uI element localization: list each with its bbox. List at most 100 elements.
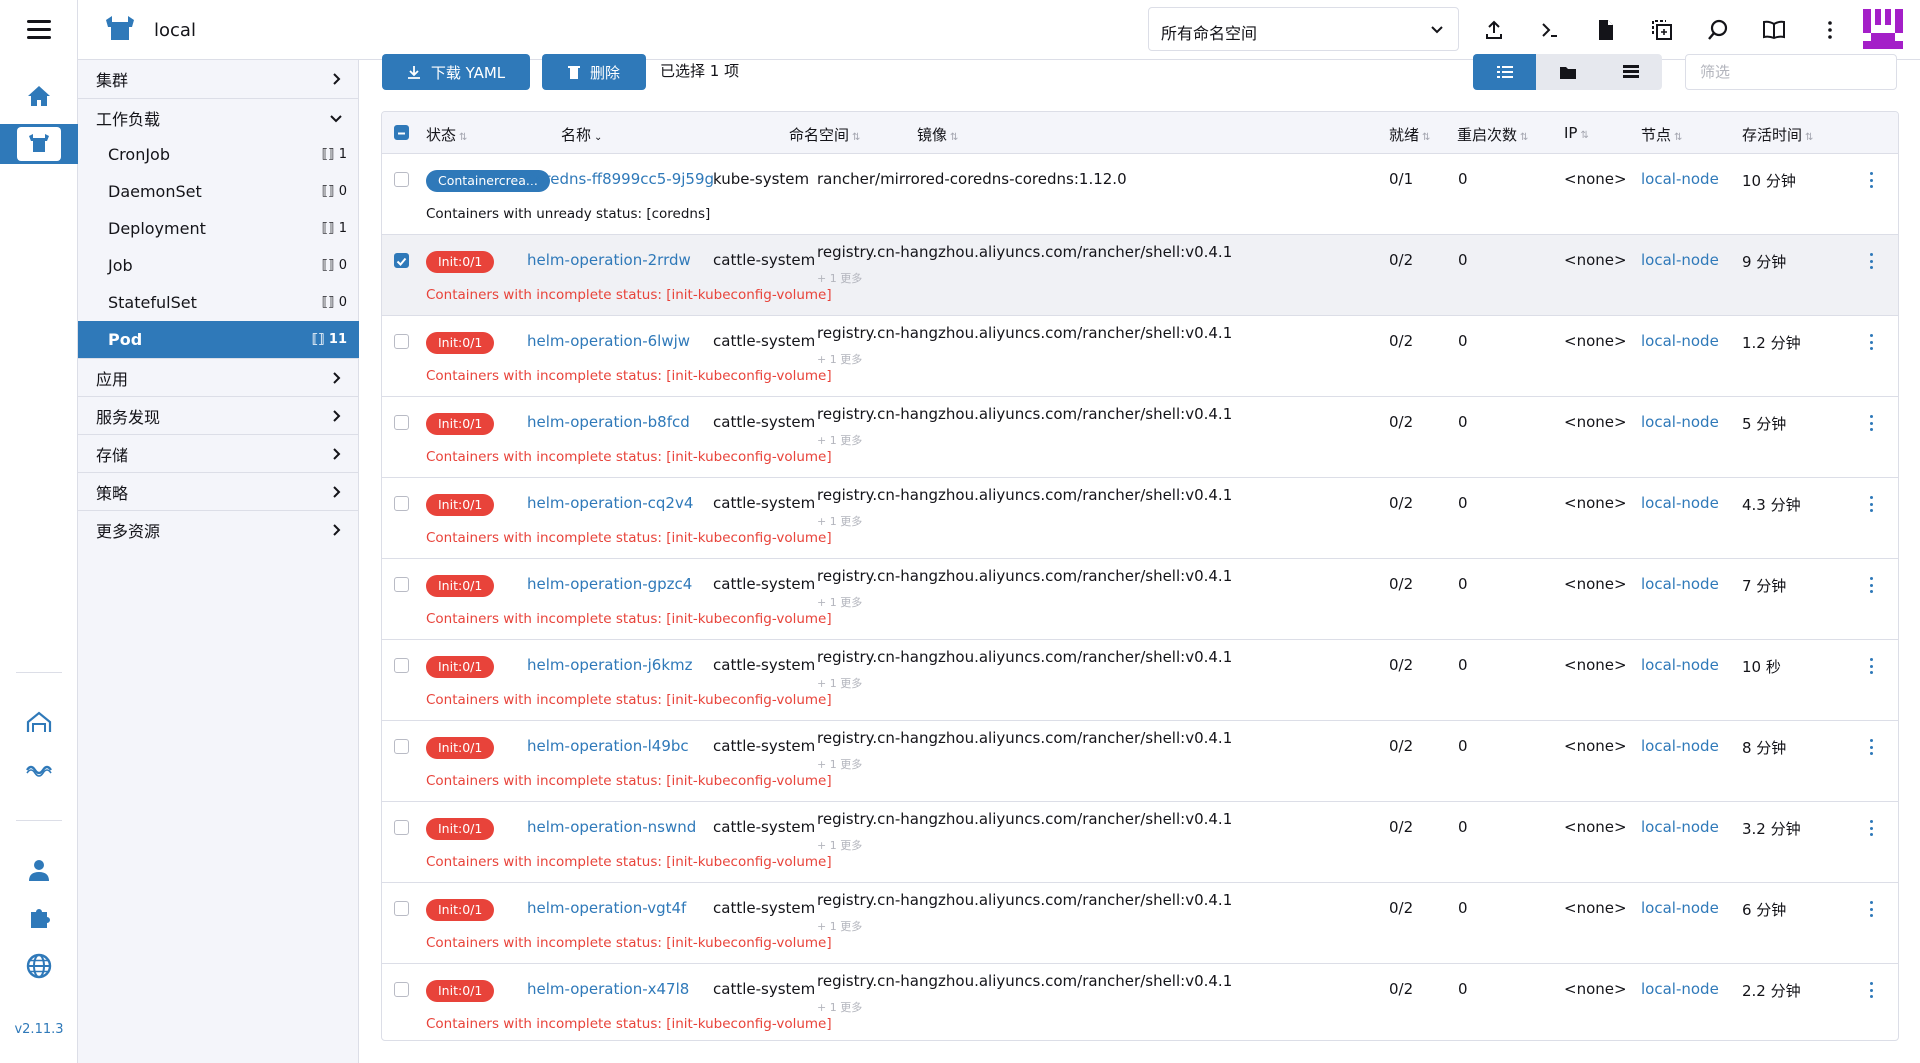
more-images-link[interactable]: + 1 更多 <box>817 756 862 772</box>
table-row[interactable]: Init:0/1 helm-operation-nswnd cattle-syste… <box>382 802 1898 883</box>
node-link[interactable]: local-node <box>1641 818 1719 836</box>
more-images-link[interactable]: + 1 更多 <box>817 675 862 691</box>
node-link[interactable]: local-node <box>1641 575 1719 593</box>
table-row[interactable]: Init:0/1 helm-operation-j6kmz cattle-syste… <box>382 640 1898 721</box>
row-actions-icon[interactable] <box>1867 656 1875 676</box>
pod-name-link[interactable]: helm-operation-cq2v4 <box>527 494 693 512</box>
node-link[interactable]: local-node <box>1641 494 1719 512</box>
fleet-icon[interactable] <box>0 702 78 742</box>
pod-name-link[interactable]: helm-operation-2rrdw <box>527 251 691 269</box>
row-checkbox[interactable] <box>394 172 409 187</box>
sidebar-item-deployment[interactable]: Deployment ⟦⟧ 1 <box>78 210 359 247</box>
node-link[interactable]: local-node <box>1641 413 1719 431</box>
more-images-link[interactable]: + 1 更多 <box>817 594 862 610</box>
table-row[interactable]: Init:0/1 helm-operation-2rrdw cattle-syste… <box>382 235 1898 316</box>
row-actions-icon[interactable] <box>1867 413 1875 433</box>
sidebar-item-cronjob[interactable]: CronJob ⟦⟧ 1 <box>78 136 359 173</box>
row-actions-icon[interactable] <box>1867 818 1875 838</box>
pod-name-link[interactable]: helm-operation-l49bc <box>527 737 689 755</box>
table-row[interactable]: Init:0/1 helm-operation-gpzc4 cattle-syste… <box>382 559 1898 640</box>
node-link[interactable]: local-node <box>1641 899 1719 917</box>
globe-icon[interactable] <box>0 946 78 986</box>
row-checkbox[interactable] <box>394 982 409 997</box>
upload-icon[interactable] <box>1478 14 1510 46</box>
pod-name-link[interactable]: helm-operation-6lwjw <box>527 332 690 350</box>
node-link[interactable]: local-node <box>1641 170 1719 188</box>
row-checkbox[interactable] <box>394 253 409 268</box>
cluster-local-icon[interactable] <box>0 124 78 164</box>
sidebar-group-more-resources[interactable]: 更多资源 <box>78 511 359 548</box>
extensions-puzzle-icon[interactable] <box>0 898 78 938</box>
row-actions-icon[interactable] <box>1867 251 1875 271</box>
pod-name-link[interactable]: helm-operation-x47l8 <box>527 980 689 998</box>
table-row[interactable]: Init:0/1 helm-operation-vgt4f cattle-syste… <box>382 883 1898 964</box>
sidebar-group-workloads[interactable]: 工作负载 <box>78 99 359 136</box>
table-row[interactable]: Init:0/1 helm-operation-cq2v4 cattle-syste… <box>382 478 1898 559</box>
node-link[interactable]: local-node <box>1641 980 1719 998</box>
file-icon[interactable] <box>1590 14 1622 46</box>
row-actions-icon[interactable] <box>1867 494 1875 514</box>
table-row[interactable]: Init:0/1 helm-operation-6lwjw cattle-syste… <box>382 316 1898 397</box>
row-checkbox[interactable] <box>394 496 409 511</box>
row-actions-icon[interactable] <box>1867 737 1875 757</box>
column-header-status[interactable]: 状态 ⇅ <box>426 124 467 145</box>
more-images-link[interactable]: + 1 更多 <box>817 918 862 934</box>
namespace-select[interactable]: 所有命名空间 <box>1148 7 1459 51</box>
table-row[interactable]: Containercrea... coredns-ff8999cc5-9j59g k… <box>382 154 1898 235</box>
pod-name-link[interactable]: helm-operation-j6kmz <box>527 656 693 674</box>
more-vertical-icon[interactable] <box>1814 14 1846 46</box>
column-header-image[interactable]: 镜像 ⇅ <box>917 124 958 145</box>
sidebar-group-policy[interactable]: 策略 <box>78 473 359 510</box>
list-view-icon[interactable] <box>1473 54 1536 90</box>
row-checkbox[interactable] <box>394 739 409 754</box>
row-checkbox[interactable] <box>394 901 409 916</box>
node-link[interactable]: local-node <box>1641 737 1719 755</box>
row-actions-icon[interactable] <box>1867 332 1875 352</box>
node-link[interactable]: local-node <box>1641 656 1719 674</box>
more-images-link[interactable]: + 1 更多 <box>817 351 862 367</box>
sidebar-item-daemonset[interactable]: DaemonSet ⟦⟧ 0 <box>78 173 359 210</box>
row-actions-icon[interactable] <box>1867 980 1875 1000</box>
row-checkbox[interactable] <box>394 820 409 835</box>
row-checkbox[interactable] <box>394 577 409 592</box>
filter-input[interactable]: 筛选 <box>1685 54 1897 90</box>
home-icon[interactable] <box>0 76 78 116</box>
more-images-link[interactable]: + 1 更多 <box>817 837 862 853</box>
column-header-name[interactable]: 名称 ⌄ <box>561 124 602 145</box>
column-header-ip[interactable]: IP ⇅ <box>1564 124 1589 142</box>
node-link[interactable]: local-node <box>1641 251 1719 269</box>
terminal-icon[interactable] <box>1534 14 1566 46</box>
more-images-link[interactable]: + 1 更多 <box>817 432 862 448</box>
delete-button[interactable]: 删除 <box>542 54 646 90</box>
table-row[interactable]: Init:0/1 helm-operation-l49bc cattle-syste… <box>382 721 1898 802</box>
sidebar-group-service-discovery[interactable]: 服务发现 <box>78 397 359 434</box>
sidebar-group-cluster[interactable]: 集群 <box>78 60 359 97</box>
table-row[interactable]: Init:0/1 helm-operation-b8fcd cattle-syste… <box>382 397 1898 478</box>
pod-name-link[interactable]: helm-operation-gpzc4 <box>527 575 692 593</box>
column-header-node[interactable]: 节点 ⇅ <box>1641 124 1682 145</box>
continuous-delivery-icon[interactable] <box>0 750 78 790</box>
column-header-restarts[interactable]: 重启次数 ⇅ <box>1457 124 1528 145</box>
more-images-link[interactable]: + 1 更多 <box>817 513 862 529</box>
sidebar-item-job[interactable]: Job ⟦⟧ 0 <box>78 247 359 284</box>
copy-icon[interactable] <box>1646 14 1678 46</box>
app-version[interactable]: v2.11.3 <box>0 1022 78 1037</box>
select-all-checkbox[interactable] <box>394 125 409 140</box>
column-header-namespace[interactable]: 命名空间 ⇅ <box>789 124 860 145</box>
sidebar-group-apps[interactable]: 应用 <box>78 359 359 396</box>
pod-name-link[interactable]: helm-operation-nswnd <box>527 818 696 836</box>
node-link[interactable]: local-node <box>1641 332 1719 350</box>
sidebar-item-statefulset[interactable]: StatefulSet ⟦⟧ 0 <box>78 284 359 321</box>
folder-view-icon[interactable] <box>1536 54 1599 90</box>
download-yaml-button[interactable]: 下载 YAML <box>382 54 530 90</box>
user-avatar[interactable] <box>1863 9 1903 49</box>
sidebar-item-pod[interactable]: Pod ⟦⟧ 11 <box>78 321 359 358</box>
row-actions-icon[interactable] <box>1867 899 1875 919</box>
column-header-age[interactable]: 存活时间 ⇅ <box>1742 124 1813 145</box>
pod-name-link[interactable]: helm-operation-b8fcd <box>527 413 690 431</box>
menu-icon[interactable] <box>27 20 51 40</box>
book-icon[interactable] <box>1758 14 1790 46</box>
row-checkbox[interactable] <box>394 415 409 430</box>
grouped-view-icon[interactable] <box>1599 54 1662 90</box>
search-icon[interactable] <box>1702 14 1734 46</box>
